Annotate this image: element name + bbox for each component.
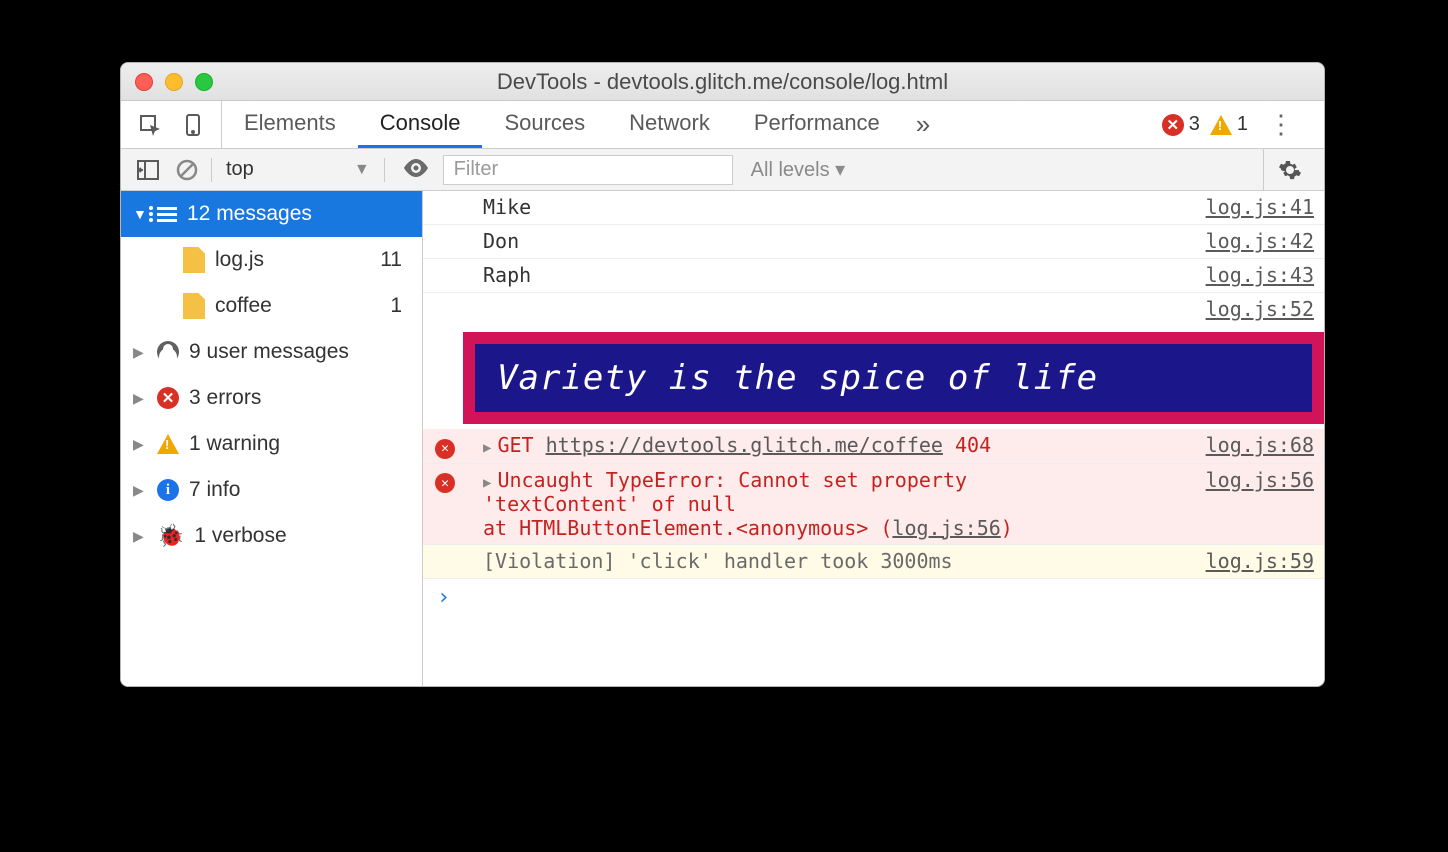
- sidebar-messages[interactable]: ▼ 12 messages: [121, 191, 422, 237]
- source-link[interactable]: log.js:68: [1196, 433, 1314, 457]
- device-toggle-icon[interactable]: [181, 112, 207, 138]
- info-icon: i: [157, 479, 179, 501]
- sidebar-file-logjs[interactable]: log.js 11: [121, 237, 422, 283]
- http-method: GET: [497, 433, 533, 457]
- file-count: 1: [390, 294, 410, 318]
- log-row[interactable]: Mike log.js:41: [423, 191, 1324, 225]
- chevron-down-icon: ▼: [133, 206, 147, 222]
- minimize-icon[interactable]: [165, 73, 183, 91]
- warning-count: 1: [1237, 113, 1248, 136]
- source-link[interactable]: log.js:41: [1196, 195, 1314, 219]
- file-name: log.js: [215, 248, 264, 272]
- sidebar-group-label: 1 warning: [189, 432, 280, 456]
- console-prompt[interactable]: ›: [423, 579, 1324, 616]
- sidebar-group-label: 3 errors: [189, 386, 261, 410]
- inspect-icon[interactable]: [137, 112, 163, 138]
- console-toolbar: top ▼ All levels ▾: [121, 149, 1324, 191]
- source-link[interactable]: log.js:52: [1196, 297, 1314, 321]
- sidebar-messages-label: 12 messages: [187, 202, 312, 226]
- context-label: top: [226, 158, 254, 181]
- file-icon: [183, 247, 205, 273]
- log-text: Mike: [483, 195, 1196, 219]
- caret-right-icon: ▶: [133, 344, 147, 361]
- list-icon: [157, 207, 177, 222]
- warning-count-badge[interactable]: 1: [1210, 113, 1248, 136]
- error-stack-close: ): [1001, 516, 1013, 540]
- filter-input[interactable]: [443, 155, 733, 185]
- console-output: Mike log.js:41 Don log.js:42 Raph log.js…: [423, 191, 1324, 686]
- error-count: 3: [1189, 113, 1200, 136]
- source-link[interactable]: log.js:43: [1196, 263, 1314, 287]
- sidebar-user-messages[interactable]: ▶ 9 user messages: [121, 329, 422, 375]
- error-url[interactable]: https://devtools.glitch.me/coffee: [546, 433, 943, 457]
- user-icon: [157, 341, 179, 363]
- error-icon: ✕: [157, 387, 179, 409]
- console-sidebar: ▼ 12 messages log.js 11 coffee 1 ▶ 9 use…: [121, 191, 423, 686]
- stack-link[interactable]: log.js:56: [892, 516, 1000, 540]
- http-status: 404: [955, 433, 991, 457]
- source-link[interactable]: log.js:56: [1196, 468, 1314, 492]
- error-stack: at HTMLButtonElement.<anonymous> (: [483, 516, 892, 540]
- tab-sources[interactable]: Sources: [482, 101, 607, 148]
- live-expression-icon[interactable]: [389, 157, 443, 183]
- caret-right-icon: ▶: [133, 390, 147, 407]
- toggle-sidebar-icon[interactable]: [129, 149, 167, 190]
- sidebar-group-label: 1 verbose: [194, 524, 286, 548]
- caret-right-icon: ▶: [483, 475, 497, 491]
- warning-icon: [1210, 115, 1232, 135]
- titlebar: DevTools - devtools.glitch.me/console/lo…: [121, 63, 1324, 101]
- caret-right-icon: ▶: [133, 528, 147, 545]
- sidebar-warnings[interactable]: ▶ 1 warning: [121, 421, 422, 467]
- tabs-row: Elements Console Sources Network Perform…: [121, 101, 1324, 149]
- caret-right-icon: ▶: [133, 482, 147, 499]
- bug-icon: 🐞: [157, 523, 184, 549]
- violation-text: [Violation] 'click' handler took 3000ms: [483, 549, 1196, 573]
- styled-log-row[interactable]: log.js:52: [423, 293, 1324, 327]
- window-title: DevTools - devtools.glitch.me/console/lo…: [121, 69, 1324, 95]
- error-icon: ✕: [1162, 114, 1184, 136]
- source-link[interactable]: log.js:42: [1196, 229, 1314, 253]
- clear-console-icon[interactable]: [167, 149, 207, 190]
- window-controls: [121, 73, 213, 91]
- error-row[interactable]: ✕ ▶GET https://devtools.glitch.me/coffee…: [423, 429, 1324, 464]
- error-icon: ✕: [435, 439, 455, 459]
- styled-log-text: Variety is the spice of life: [463, 332, 1324, 424]
- tab-console[interactable]: Console: [358, 101, 483, 148]
- sidebar-group-label: 7 info: [189, 478, 240, 502]
- log-row[interactable]: Don log.js:42: [423, 225, 1324, 259]
- log-levels-selector[interactable]: All levels ▾: [733, 157, 864, 182]
- sidebar-errors[interactable]: ▶ ✕ 3 errors: [121, 375, 422, 421]
- caret-right-icon: ▶: [133, 436, 147, 453]
- file-icon: [183, 293, 205, 319]
- error-row[interactable]: ✕ ▶Uncaught TypeError: Cannot set proper…: [423, 464, 1324, 545]
- file-name: coffee: [215, 294, 272, 318]
- sidebar-file-coffee[interactable]: coffee 1: [121, 283, 422, 329]
- sidebar-info[interactable]: ▶ i 7 info: [121, 467, 422, 513]
- violation-row[interactable]: [Violation] 'click' handler took 3000ms …: [423, 545, 1324, 579]
- context-selector[interactable]: top ▼: [216, 158, 380, 181]
- tab-performance[interactable]: Performance: [732, 101, 902, 148]
- gear-icon[interactable]: [1263, 149, 1316, 190]
- error-count-badge[interactable]: ✕ 3: [1162, 113, 1200, 136]
- error-line: Uncaught TypeError: Cannot set property: [497, 468, 967, 492]
- log-text: Raph: [483, 263, 1196, 287]
- maximize-icon[interactable]: [195, 73, 213, 91]
- log-row[interactable]: Raph log.js:43: [423, 259, 1324, 293]
- sidebar-verbose[interactable]: ▶ 🐞 1 verbose: [121, 513, 422, 559]
- tab-network[interactable]: Network: [607, 101, 732, 148]
- kebab-menu-icon[interactable]: ⋮: [1258, 109, 1304, 140]
- file-count: 11: [380, 248, 410, 272]
- source-link[interactable]: log.js:59: [1196, 549, 1314, 573]
- tab-elements[interactable]: Elements: [222, 101, 358, 148]
- chevron-down-icon: ▼: [354, 161, 370, 179]
- tabs-overflow-button[interactable]: »: [902, 109, 944, 140]
- warning-icon: [157, 434, 179, 454]
- sidebar-group-label: 9 user messages: [189, 340, 349, 364]
- caret-right-icon: ▶: [483, 440, 497, 456]
- error-icon: ✕: [435, 473, 455, 493]
- log-text: Don: [483, 229, 1196, 253]
- devtools-window: DevTools - devtools.glitch.me/console/lo…: [120, 62, 1325, 687]
- error-line: 'textContent' of null: [483, 492, 736, 516]
- close-icon[interactable]: [135, 73, 153, 91]
